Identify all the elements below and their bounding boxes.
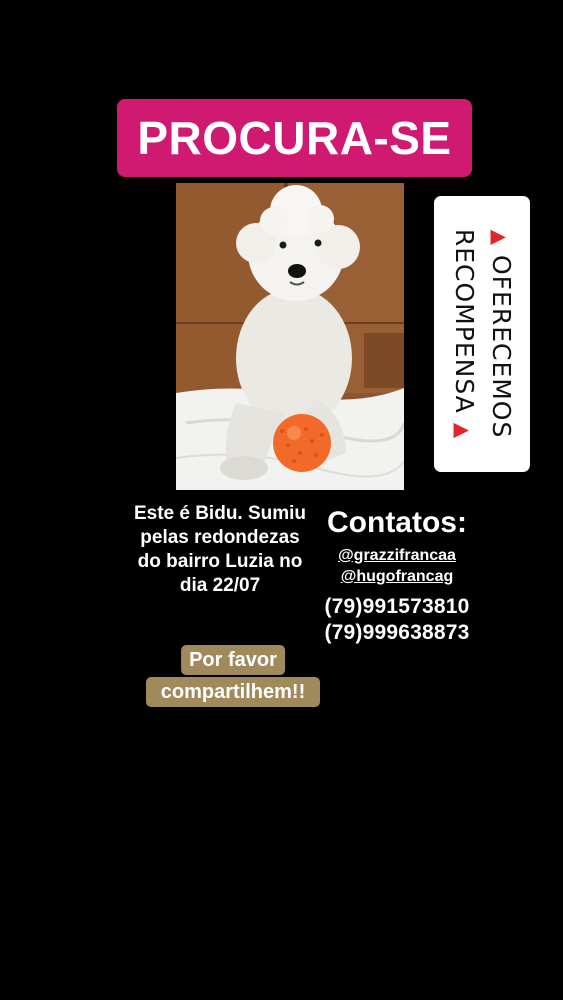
dog-photo xyxy=(176,183,404,490)
reward-line-2: RECOMPENSA ▲ xyxy=(445,199,482,469)
contact-handles: @grazzifrancaa @hugofrancag xyxy=(312,545,482,587)
triangle-icon: ▲ xyxy=(488,229,512,247)
reward-line-1: ▲ OFERECEMOS xyxy=(482,199,519,469)
title-banner: PROCURA-SE xyxy=(117,99,472,177)
page-title: PROCURA-SE xyxy=(137,112,452,164)
contacts-section: Contatos: @grazzifrancaa @hugofrancag (7… xyxy=(312,505,482,646)
contact-phone: (79)999638873 xyxy=(324,621,470,644)
dog-description: Este é Bidu. Sumiu pelas redondezas do b… xyxy=(133,503,307,596)
triangle-icon: ▲ xyxy=(451,422,475,440)
contact-handle-link[interactable]: @grazzifrancaa xyxy=(312,545,482,566)
reward-reward-text: RECOMPENSA xyxy=(450,228,479,414)
contacts-title: Contatos: xyxy=(327,506,467,539)
contact-phones: (79)991573810 (79)999638873 xyxy=(312,594,482,646)
reward-card: ▲ OFERECEMOS RECOMPENSA ▲ xyxy=(434,196,530,472)
reward-text: ▲ OFERECEMOS RECOMPENSA ▲ xyxy=(445,199,519,469)
share-line-2: compartilhem!! xyxy=(146,677,320,707)
share-line-1: Por favor xyxy=(181,645,285,675)
reward-offer-text: OFERECEMOS xyxy=(487,254,516,439)
contact-phone: (79)991573810 xyxy=(324,595,470,618)
share-request: Por favor compartilhem!! xyxy=(146,645,320,709)
contact-handle-link[interactable]: @hugofrancag xyxy=(312,566,482,587)
